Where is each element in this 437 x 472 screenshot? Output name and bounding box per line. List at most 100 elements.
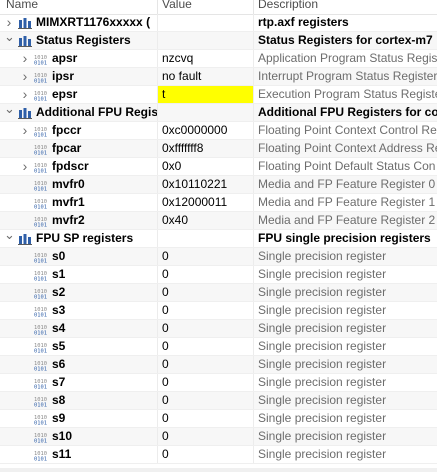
tree-group-row[interactable]: › MIMXRT1176xxxxx (rtp.axf registers [0, 14, 437, 32]
register-row[interactable]: 1010 0101 s9 0 Single precision register [0, 410, 437, 428]
svg-text:0101: 0101 [34, 385, 47, 389]
name-cell: 1010 0101 mvfr1 [0, 194, 157, 211]
column-divider [157, 338, 158, 355]
value-cell[interactable]: 0 [158, 428, 253, 445]
value-column-header[interactable]: Value [162, 0, 192, 11]
register-row[interactable]: 1010 0101 s10 0 Single precision register [0, 428, 437, 446]
value-cell[interactable]: 0 [158, 446, 253, 463]
column-divider [253, 356, 254, 373]
description-cell: Single precision register [258, 285, 387, 299]
register-row[interactable]: › 1010 0101 apsr nzcvq Application Program St… [0, 50, 437, 68]
register-row[interactable]: 1010 0101 s1 0 Single precision register [0, 266, 437, 284]
svg-text:0101: 0101 [34, 97, 47, 101]
tree-group-row[interactable]: ⌄ Status Registers Status Registers for co… [0, 32, 437, 50]
expand-chevron-icon[interactable]: › [20, 68, 30, 85]
column-divider [253, 86, 254, 103]
value-cell[interactable]: 0 [158, 284, 253, 301]
register-row[interactable]: 1010 0101 fpcar 0xfffffff8 Floating Point Co… [0, 140, 437, 158]
description-cell: Single precision register [258, 267, 387, 281]
register-row[interactable]: 1010 0101 s3 0 Single precision register [0, 302, 437, 320]
register-row[interactable]: 1010 0101 s0 0 Single precision register [0, 248, 437, 266]
tree-group-row[interactable]: ⌄ FPU SP registers FPU single precision re… [0, 230, 437, 248]
value-cell[interactable]: 0x40 [158, 212, 253, 229]
value-cell[interactable]: 0 [158, 392, 253, 409]
expand-chevron-icon[interactable]: › [20, 50, 30, 67]
collapse-chevron-icon[interactable]: ⌄ [4, 104, 15, 117]
register-row[interactable]: 1010 0101 mvfr0 0x10110221 Media and FP Feat… [0, 176, 437, 194]
svg-text:0101: 0101 [34, 187, 47, 191]
register-icon: 1010 0101 [34, 395, 48, 409]
register-row[interactable]: 1010 0101 s2 0 Single precision register [0, 284, 437, 302]
description-column-header[interactable]: Description [258, 0, 318, 11]
value-cell[interactable]: 0x12000011 [158, 194, 253, 211]
column-divider[interactable] [253, 0, 254, 14]
register-row[interactable]: › 1010 0101 ipsr no fault Interrupt Program S… [0, 68, 437, 86]
register-icon: 1010 0101 [34, 143, 48, 157]
register-row[interactable]: › 1010 0101 epsr t Execution Program Status R… [0, 86, 437, 104]
register-row[interactable]: 1010 0101 s11 0 Single precision register [0, 446, 437, 464]
name-cell: 1010 0101 s3 [0, 302, 157, 319]
value-cell[interactable]: 0 [158, 374, 253, 391]
expand-chevron-icon[interactable]: › [20, 86, 30, 103]
register-row[interactable]: 1010 0101 s8 0 Single precision register [0, 392, 437, 410]
value-cell[interactable]: t [158, 86, 253, 103]
name-cell: 1010 0101 s10 [0, 428, 157, 445]
value-cell[interactable] [158, 104, 253, 121]
value-cell[interactable] [158, 14, 253, 31]
description-cell: Additional FPU Registers for corte [258, 105, 437, 119]
register-row[interactable]: 1010 0101 mvfr2 0x40 Media and FP Feature Re… [0, 212, 437, 230]
register-icon: 1010 0101 [34, 287, 48, 301]
description-cell: Single precision register [258, 303, 387, 317]
column-divider [253, 68, 254, 85]
register-row[interactable]: 1010 0101 s4 0 Single precision register [0, 320, 437, 338]
column-divider [157, 356, 158, 373]
svg-text:0101: 0101 [34, 259, 47, 263]
value-cell[interactable]: 0 [158, 248, 253, 265]
register-name: s5 [52, 339, 66, 353]
column-divider [253, 428, 254, 445]
value-cell[interactable]: 0 [158, 266, 253, 283]
register-row[interactable]: 1010 0101 s7 0 Single precision register [0, 374, 437, 392]
column-divider [253, 248, 254, 265]
collapse-chevron-icon[interactable]: ⌄ [4, 230, 15, 243]
collapse-chevron-icon[interactable]: ⌄ [4, 32, 15, 45]
svg-text:0101: 0101 [34, 79, 47, 83]
value-cell[interactable] [158, 32, 253, 49]
value-cell[interactable]: 0x10110221 [158, 176, 253, 193]
register-name: fpcar [52, 141, 82, 155]
value-cell[interactable]: 0x0 [158, 158, 253, 175]
register-name: s8 [52, 393, 66, 407]
column-divider [253, 50, 254, 67]
name-cell: › 1010 0101 epsr [0, 86, 157, 103]
value-cell[interactable]: 0 [158, 302, 253, 319]
register-row[interactable]: 1010 0101 s6 0 Single precision register [0, 356, 437, 374]
register-row[interactable]: 1010 0101 mvfr1 0x12000011 Media and FP Feat… [0, 194, 437, 212]
register-row[interactable]: › 1010 0101 fpdscr 0x0 Floating Point Default… [0, 158, 437, 176]
value-cell[interactable]: no fault [158, 68, 253, 85]
value-cell[interactable]: 0 [158, 338, 253, 355]
name-cell: › 1010 0101 fpdscr [0, 158, 157, 175]
horizontal-scrollbar[interactable] [0, 468, 437, 472]
value-cell[interactable]: 0 [158, 356, 253, 373]
name-cell: ⌄ Additional FPU Regist [0, 104, 157, 121]
expand-chevron-icon[interactable]: › [20, 122, 30, 139]
register-name: ipsr [52, 69, 75, 83]
value-cell[interactable]: 0 [158, 320, 253, 337]
expand-chevron-icon[interactable]: › [20, 158, 30, 175]
column-divider[interactable] [157, 0, 158, 14]
value-cell[interactable]: 0 [158, 410, 253, 427]
column-divider [157, 140, 158, 157]
register-name: s7 [52, 375, 66, 389]
register-row[interactable]: 1010 0101 s5 0 Single precision register [0, 338, 437, 356]
name-column-header[interactable]: Name [6, 0, 38, 11]
value-cell[interactable]: 0xc0000000 [158, 122, 253, 139]
register-name: s2 [52, 285, 66, 299]
register-icon: 1010 0101 [34, 305, 48, 319]
tree-group-row[interactable]: ⌄ Additional FPU Regist Additional FPU Reg… [0, 104, 437, 122]
value-cell[interactable]: 0xfffffff8 [158, 140, 253, 157]
value-cell[interactable] [158, 230, 253, 247]
register-row[interactable]: › 1010 0101 fpccr 0xc0000000 Floating Point C… [0, 122, 437, 140]
expand-chevron-icon[interactable]: › [4, 14, 14, 31]
name-cell: 1010 0101 s4 [0, 320, 157, 337]
value-cell[interactable]: nzcvq [158, 50, 253, 67]
